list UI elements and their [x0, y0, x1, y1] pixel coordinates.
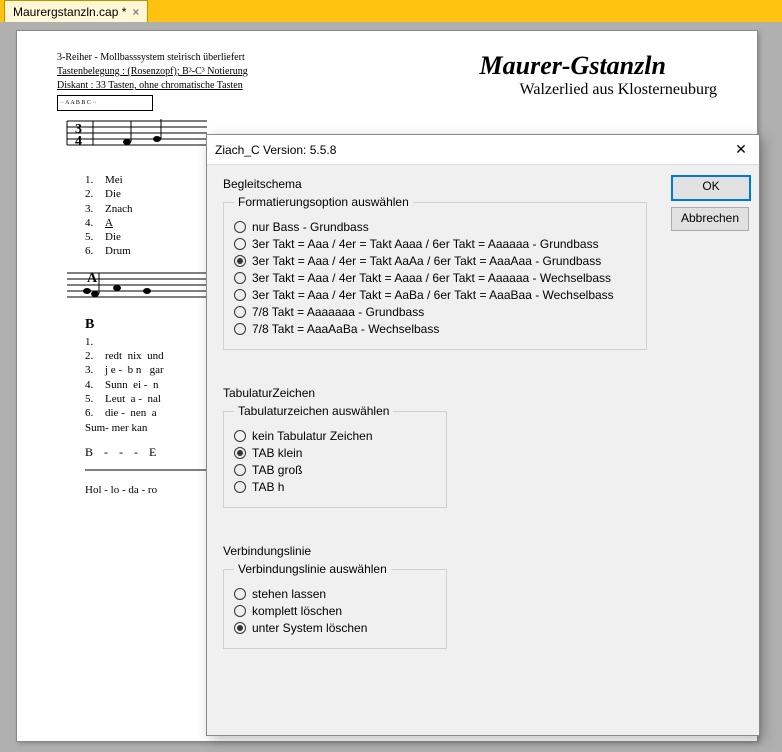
- format-option-label: 3er Takt = Aaa / 4er Takt = Aaaa / 6er T…: [252, 271, 611, 285]
- group3-legend: Verbindungslinie auswählen: [234, 562, 391, 576]
- staff-segment-1: 3 4: [57, 111, 207, 171]
- tab-close-icon[interactable]: ×: [132, 5, 139, 19]
- group2-label: TabulaturZeichen: [223, 386, 747, 400]
- meta-line-1: 3-Reiher - Mollbasssystem steirisch über…: [57, 51, 540, 65]
- format-option-6[interactable]: 7/8 Takt = AaaAaBa - Wechselbass: [234, 322, 636, 336]
- radio-icon[interactable]: [234, 238, 246, 250]
- format-option-4[interactable]: 3er Takt = Aaa / 4er Takt = AaBa / 6er T…: [234, 288, 636, 302]
- document-tab[interactable]: Maurergstanzln.cap * ×: [4, 0, 148, 22]
- line-option-label: komplett löschen: [252, 604, 342, 618]
- radio-icon[interactable]: [234, 430, 246, 442]
- chord-letter-a: A: [87, 271, 97, 287]
- radio-icon[interactable]: [234, 447, 246, 459]
- key-diagram-box: ·· A A B B C ··: [57, 95, 153, 111]
- line-option-label: unter System löschen: [252, 621, 367, 635]
- meta-line-2: Tastenbelegung : (Rosenzopf); B³-C³ Noti…: [57, 66, 248, 77]
- format-option-1[interactable]: 3er Takt = Aaa / 4er = Takt Aaaa / 6er T…: [234, 237, 636, 251]
- meta-line-3: Diskant : 33 Tasten, ohne chromatische T…: [57, 80, 243, 91]
- radio-icon[interactable]: [234, 622, 246, 634]
- svg-text:4: 4: [75, 134, 82, 149]
- tab-option-1[interactable]: TAB klein: [234, 446, 436, 460]
- format-option-label: nur Bass - Grundbass: [252, 220, 369, 234]
- ok-button[interactable]: OK: [671, 175, 751, 201]
- line-option-0[interactable]: stehen lassen: [234, 587, 436, 601]
- group1-legend: Formatierungsoption auswählen: [234, 195, 413, 209]
- group3-fieldset: Verbindungslinie auswählen stehen lassen…: [223, 562, 447, 649]
- group2-fieldset: Tabulaturzeichen auswählen kein Tabulatu…: [223, 404, 447, 508]
- tab-option-label: TAB h: [252, 480, 284, 494]
- tab-option-label: kein Tabulatur Zeichen: [252, 429, 373, 443]
- tab-option-2[interactable]: TAB groß: [234, 463, 436, 477]
- group1-fieldset: Formatierungsoption auswählen nur Bass -…: [223, 195, 647, 350]
- line-option-2[interactable]: unter System löschen: [234, 621, 436, 635]
- line-option-label: stehen lassen: [252, 587, 326, 601]
- format-option-label: 3er Takt = Aaa / 4er = Takt AaAa / 6er T…: [252, 254, 601, 268]
- radio-icon[interactable]: [234, 588, 246, 600]
- group2-legend: Tabulaturzeichen auswählen: [234, 404, 393, 418]
- tab-option-label: TAB groß: [252, 463, 302, 477]
- sheet-title: Maurer-Gstanzln: [480, 51, 717, 81]
- tab-option-3[interactable]: TAB h: [234, 480, 436, 494]
- format-option-2[interactable]: 3er Takt = Aaa / 4er = Takt AaAa / 6er T…: [234, 254, 636, 268]
- radio-icon[interactable]: [234, 464, 246, 476]
- format-option-label: 7/8 Takt = Aaaaaaa - Grundbass: [252, 305, 424, 319]
- sheet-subtitle: Walzerlied aus Klosterneuburg: [520, 81, 717, 99]
- line-option-1[interactable]: komplett löschen: [234, 604, 436, 618]
- radio-icon[interactable]: [234, 272, 246, 284]
- dialog-title: Ziach_C Version: 5.5.8: [215, 143, 731, 157]
- radio-icon[interactable]: [234, 306, 246, 318]
- tab-option-0[interactable]: kein Tabulatur Zeichen: [234, 429, 436, 443]
- format-option-5[interactable]: 7/8 Takt = Aaaaaaa - Grundbass: [234, 305, 636, 319]
- radio-icon[interactable]: [234, 323, 246, 335]
- group1-label: Begleitschema: [223, 177, 747, 191]
- format-option-label: 3er Takt = Aaa / 4er = Takt Aaaa / 6er T…: [252, 237, 599, 251]
- format-option-label: 7/8 Takt = AaaAaBa - Wechselbass: [252, 322, 439, 336]
- cancel-button[interactable]: Abbrechen: [671, 207, 749, 231]
- options-dialog: Ziach_C Version: 5.5.8 ✕ OK Abbrechen Be…: [206, 134, 760, 736]
- staff-segment-2: [57, 263, 207, 313]
- radio-icon[interactable]: [234, 221, 246, 233]
- format-option-0[interactable]: nur Bass - Grundbass: [234, 220, 636, 234]
- radio-icon[interactable]: [234, 605, 246, 617]
- format-option-3[interactable]: 3er Takt = Aaa / 4er Takt = Aaaa / 6er T…: [234, 271, 636, 285]
- format-option-label: 3er Takt = Aaa / 4er Takt = AaBa / 6er T…: [252, 288, 614, 302]
- group3-label: Verbindungslinie: [223, 544, 747, 558]
- radio-icon[interactable]: [234, 255, 246, 267]
- dialog-titlebar: Ziach_C Version: 5.5.8 ✕: [207, 135, 759, 165]
- tab-label: Maurergstanzln.cap *: [13, 5, 126, 19]
- tab-strip: Maurergstanzln.cap * ×: [0, 0, 782, 23]
- tab-option-label: TAB klein: [252, 446, 302, 460]
- dialog-close-icon[interactable]: ✕: [731, 141, 751, 158]
- radio-icon[interactable]: [234, 481, 246, 493]
- radio-icon[interactable]: [234, 289, 246, 301]
